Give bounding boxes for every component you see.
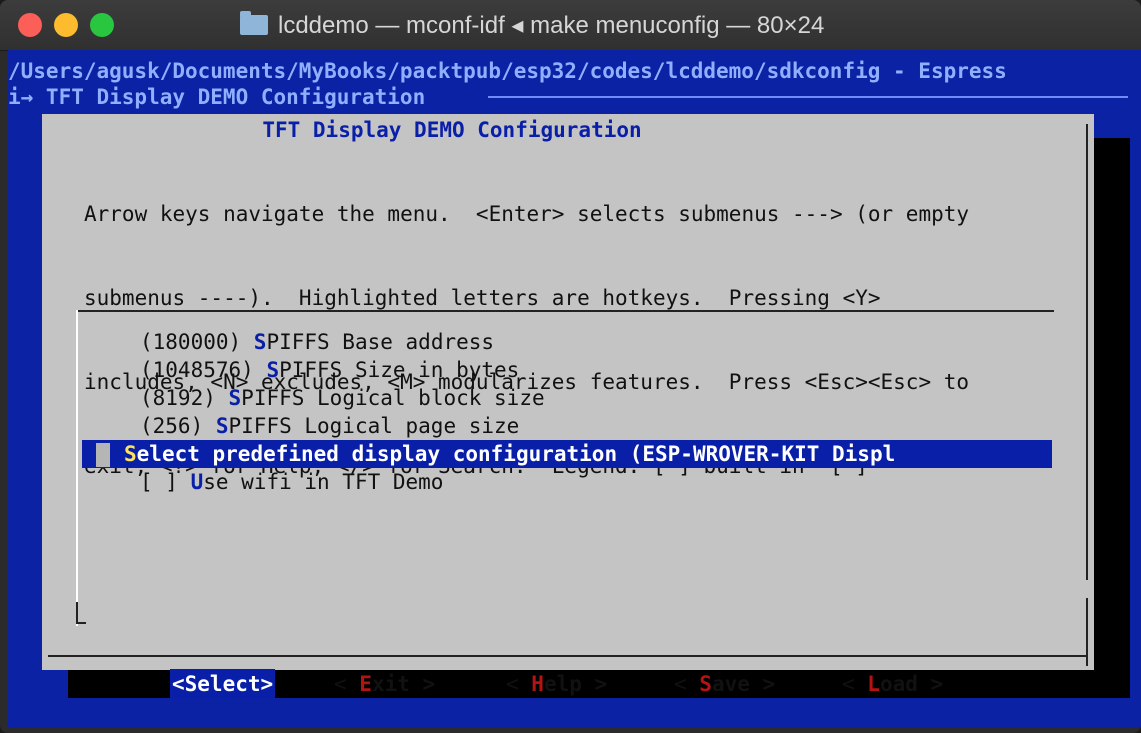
menuconfig-dialog: TFT Display DEMO Configuration Arrow key… xyxy=(42,114,1094,699)
option-label: se wifi in TFT Demo xyxy=(203,470,444,494)
terminal-area[interactable]: /Users/agusk/Documents/MyBooks/packtpub/… xyxy=(8,50,1141,727)
button-bracket: < xyxy=(334,672,360,696)
help-line: submenus ----). Highlighted letters are … xyxy=(84,286,881,310)
select-button[interactable]: <Select> xyxy=(170,669,276,699)
menu-item-spiffs-block-size[interactable]: (8192) SPIFFS Logical block size xyxy=(140,384,1052,412)
option-value: (256) xyxy=(140,414,216,438)
checkbox[interactable]: [ ] xyxy=(140,470,191,494)
menu-item-spiffs-size[interactable]: (1048576) SPIFFS Size in bytes xyxy=(140,356,1052,384)
window-title-wrap: lcddemo — mconf-idf ◂ make menuconfig — … xyxy=(240,0,824,50)
button-bracket: < xyxy=(506,672,532,696)
menu-list: (180000) SPIFFS Base address (1048576) S… xyxy=(82,328,1052,496)
list-box-left-border xyxy=(76,310,78,626)
dialog-frame-bottom xyxy=(48,655,1088,657)
help-line: Arrow keys navigate the menu. <Enter> se… xyxy=(84,202,970,226)
option-value: (180000) xyxy=(140,330,254,354)
selection-cursor xyxy=(96,443,110,467)
menu-item-use-wifi[interactable]: [ ] Use wifi in TFT Demo xyxy=(140,468,1052,496)
option-label: elect predefined display configuration (… xyxy=(136,442,896,466)
hotkey-letter: S xyxy=(699,672,712,696)
menu-item-spiffs-base-address[interactable]: (180000) SPIFFS Base address xyxy=(140,328,1052,356)
hotkey-letter: H xyxy=(531,672,544,696)
list-box-corner-foot xyxy=(76,622,86,624)
hotkey-letter: S xyxy=(228,386,242,410)
option-label: PIFFS Logical block size xyxy=(241,386,545,410)
button-label: elp > xyxy=(543,672,608,696)
hotkey-letter: L xyxy=(867,672,880,696)
button-label: xit > xyxy=(371,672,436,696)
menu-item-spiffs-page-size[interactable]: (256) SPIFFS Logical page size xyxy=(140,412,1052,440)
folder-icon xyxy=(240,11,268,35)
option-label: PIFFS Logical page size xyxy=(228,414,520,438)
hotkey-letter: S xyxy=(253,330,267,354)
load-button[interactable]: < Load > xyxy=(842,669,943,699)
list-box-top-border xyxy=(76,310,1054,312)
option-label: PIFFS Base address xyxy=(266,330,495,354)
breadcrumb-rule xyxy=(488,96,1128,98)
hotkey-letter: E xyxy=(359,672,372,696)
minimize-window-button[interactable] xyxy=(54,13,78,37)
button-label: ave > xyxy=(711,672,776,696)
dialog-title: TFT Display DEMO Configuration xyxy=(262,118,642,142)
option-value: (1048576) xyxy=(140,358,267,382)
menu-item-display-configuration[interactable]: Select predefined display configuration … xyxy=(82,440,1052,468)
dialog-frame-right xyxy=(1086,124,1088,666)
window-title: lcddemo — mconf-idf ◂ make menuconfig — … xyxy=(278,11,825,39)
exit-button[interactable]: < Exit > xyxy=(334,669,435,699)
terminal-window: lcddemo — mconf-idf ◂ make menuconfig — … xyxy=(0,0,1141,733)
maximize-window-button[interactable] xyxy=(90,13,114,37)
button-row: <Select> < Exit > < Help > < Save > < Lo… xyxy=(170,669,943,699)
hotkey-letter: S xyxy=(266,358,280,382)
title-bar: lcddemo — mconf-idf ◂ make menuconfig — … xyxy=(0,0,1141,51)
button-bracket: < xyxy=(674,672,700,696)
config-path: /Users/agusk/Documents/MyBooks/packtpub/… xyxy=(8,59,1007,83)
list-box-corner xyxy=(76,602,78,624)
help-button[interactable]: < Help > xyxy=(506,669,607,699)
option-value: (8192) xyxy=(140,386,229,410)
button-label: oad > xyxy=(879,672,944,696)
button-bracket: < xyxy=(842,672,868,696)
option-label: PIFFS Size in bytes xyxy=(279,358,520,382)
hotkey-letter: U xyxy=(190,470,204,494)
close-window-button[interactable] xyxy=(18,13,42,37)
hotkey-letter: S xyxy=(124,442,137,466)
save-button[interactable]: < Save > xyxy=(674,669,775,699)
hotkey-letter: S xyxy=(215,414,229,438)
